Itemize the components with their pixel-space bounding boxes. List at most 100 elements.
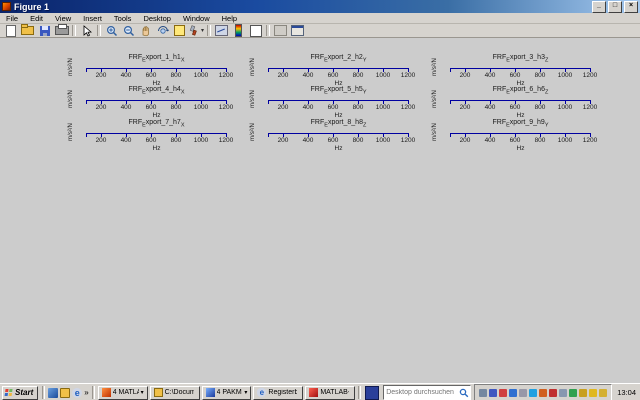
zoom-in-icon[interactable] [103, 25, 120, 37]
tray-icon[interactable] [509, 389, 517, 397]
taskbar-task-button[interactable]: C:\Documents a... [150, 386, 200, 400]
menu-view[interactable]: View [49, 14, 77, 23]
subplot-title: FRFExport_5_h5Y [258, 86, 419, 95]
subplot: FRFExport_3_h3Z m/s²/N 200 400 600 800 1… [450, 54, 591, 90]
insert-colorbar-icon[interactable] [230, 25, 247, 37]
toolbar-separator [266, 25, 270, 36]
subplot-title: FRFExport_4_h4X [76, 86, 237, 95]
quick-launch-folder-icon[interactable] [60, 388, 70, 398]
insert-legend-icon[interactable] [247, 25, 264, 37]
quick-launch-app-icon[interactable] [48, 388, 58, 398]
tray-icon[interactable] [489, 389, 497, 397]
close-button[interactable]: × [624, 1, 638, 13]
taskbar-separator [92, 386, 95, 399]
tray-icon[interactable] [569, 389, 577, 397]
hide-plot-tools-icon[interactable] [272, 25, 289, 37]
new-figure-icon[interactable] [2, 25, 19, 37]
subplot: FRFExport_8_h8Z m/s²/N 200 400 600 800 1… [268, 119, 409, 155]
x-tick-label: 1200 [211, 104, 241, 111]
window-title: Figure 1 [14, 2, 592, 12]
menu-tools[interactable]: Tools [108, 14, 138, 23]
tray-icon[interactable] [529, 389, 537, 397]
taskbar-clock[interactable]: 13:04 [617, 388, 636, 397]
x-axis-line [450, 68, 591, 69]
x-tick-label: 1200 [211, 72, 241, 79]
x-axis-label: Hz [86, 145, 227, 152]
taskbar-app-icon[interactable] [365, 386, 379, 400]
tray-icon[interactable] [479, 389, 487, 397]
taskbar-separator [42, 386, 45, 399]
menu-window[interactable]: Window [177, 14, 216, 23]
x-axis-line [86, 68, 227, 69]
task-button-label: Registerbrowse... [268, 389, 297, 396]
tray-icon[interactable] [559, 389, 567, 397]
subplot-grid: FRFExport_1_h1X m/s²/N 200 400 600 800 1… [0, 38, 640, 198]
desktop-search-box[interactable] [383, 385, 471, 400]
tray-icon[interactable] [499, 389, 507, 397]
tray-icon[interactable] [539, 389, 547, 397]
menu-edit[interactable]: Edit [24, 14, 49, 23]
y-axis-label: m/s²/N [250, 117, 256, 147]
link-plot-icon[interactable] [213, 25, 230, 37]
quick-launch-ie-icon[interactable]: e [72, 388, 82, 398]
edit-plot-pointer-icon[interactable] [78, 25, 95, 37]
tray-icon[interactable] [599, 389, 607, 397]
figure-toolbar: ▾ [0, 24, 640, 38]
print-figure-icon[interactable] [53, 25, 70, 37]
maximize-button[interactable]: □ [608, 1, 622, 13]
start-button[interactable]: Start [2, 386, 38, 400]
brush-dropdown-caret[interactable]: ▾ [201, 27, 204, 34]
zoom-out-icon[interactable] [120, 25, 137, 37]
subplot: FRFExport_1_h1X m/s²/N 200 400 600 800 1… [86, 54, 227, 90]
data-cursor-icon[interactable] [171, 25, 188, 37]
y-axis-label: m/s²/N [432, 52, 438, 82]
menu-help[interactable]: Help [216, 14, 243, 23]
minimize-button[interactable]: _ [592, 1, 606, 13]
x-tick-label: 1200 [211, 137, 241, 144]
x-tick-label: 1200 [393, 72, 423, 79]
y-axis-label: m/s²/N [432, 117, 438, 147]
toolbar-separator [207, 25, 211, 36]
taskbar-separator [358, 386, 361, 399]
task-button-label: 4 PAKMain [217, 389, 243, 396]
y-axis-label: m/s²/N [250, 84, 256, 114]
tray-icon[interactable] [579, 389, 587, 397]
task-button-icon [102, 388, 111, 397]
subplot-title: FRFExport_6_h6Z [440, 86, 601, 95]
subplot-title: FRFExport_1_h1X [76, 54, 237, 63]
x-axis-label: Hz [450, 112, 591, 119]
taskbar-task-button[interactable]: Registerbrowse... [253, 386, 303, 400]
x-axis-label: Hz [268, 145, 409, 152]
open-file-icon[interactable] [19, 25, 36, 37]
x-axis-line [450, 100, 591, 101]
desktop-search-input[interactable] [384, 387, 459, 398]
show-plot-tools-dock-icon[interactable] [289, 25, 306, 37]
tray-icon[interactable] [549, 389, 557, 397]
quick-launch-overflow-chevron[interactable]: » [84, 388, 88, 397]
taskbar: Start e » 4 MATLAB (R... ▾ C:\Documents … [0, 383, 640, 400]
taskbar-task-button[interactable]: MATLAB--Simulin... [305, 386, 355, 400]
task-button-icon [309, 388, 318, 397]
subplot: FRFExport_5_h5Y m/s²/N 200 400 600 800 1… [268, 86, 409, 122]
tray-icon[interactable] [589, 389, 597, 397]
windows-logo-icon [4, 389, 13, 397]
matlab-figure-icon [2, 2, 11, 11]
menu-insert[interactable]: Insert [77, 14, 108, 23]
pan-hand-icon[interactable] [137, 25, 154, 37]
x-axis-line [268, 68, 409, 69]
taskbar-task-button[interactable]: 4 MATLAB (R... ▾ [98, 386, 148, 400]
x-axis-label: Hz [450, 145, 591, 152]
search-icon [459, 388, 469, 398]
menu-file[interactable]: File [0, 14, 24, 23]
y-axis-label: m/s²/N [250, 52, 256, 82]
rotate-3d-icon[interactable] [154, 25, 171, 37]
brush-data-icon[interactable]: ▾ [188, 25, 205, 37]
task-button-label: 4 MATLAB (R... [113, 389, 139, 396]
subplot: FRFExport_2_h2Y m/s²/N 200 400 600 800 1… [268, 54, 409, 90]
tray-icon[interactable] [519, 389, 527, 397]
y-axis-label: m/s²/N [68, 52, 74, 82]
taskbar-task-button[interactable]: 4 PAKMain ▾ [202, 386, 252, 400]
y-axis-label: m/s²/N [68, 84, 74, 114]
menu-desktop[interactable]: Desktop [137, 14, 177, 23]
save-figure-icon[interactable] [36, 25, 53, 37]
